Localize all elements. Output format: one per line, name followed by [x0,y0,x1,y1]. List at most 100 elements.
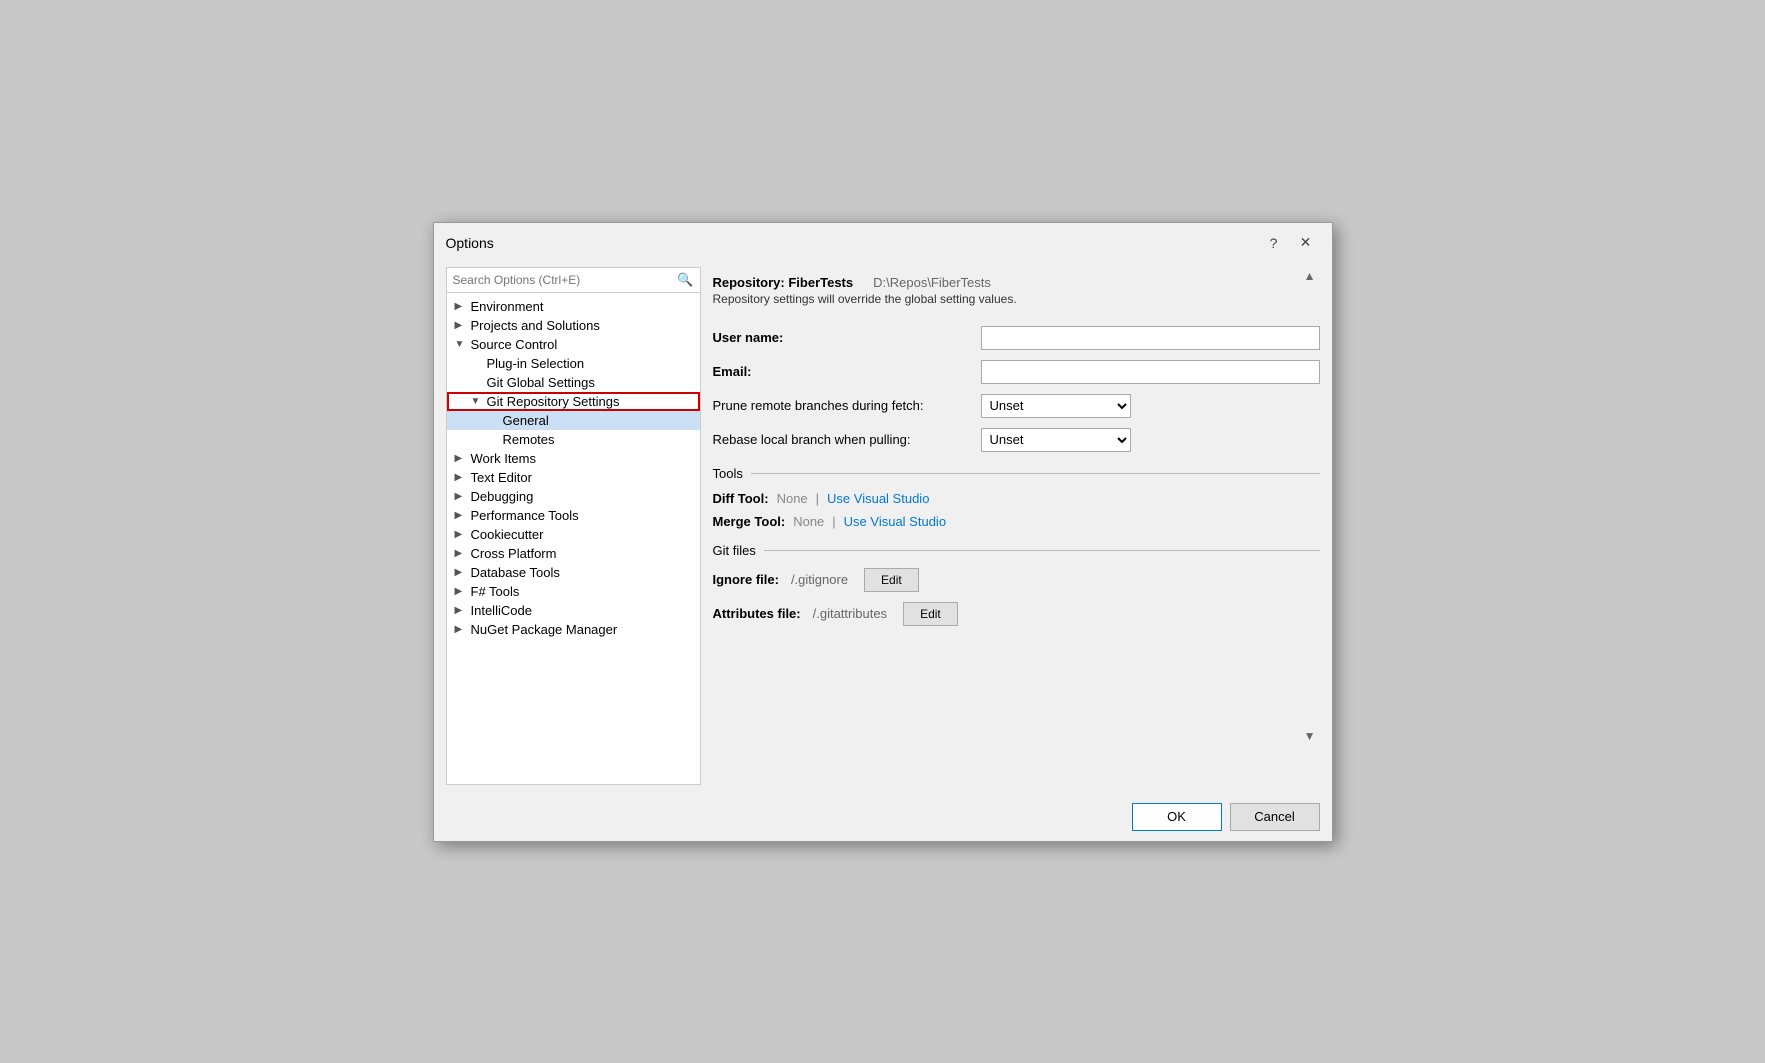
sidebar-item-label-debugging: Debugging [471,489,696,504]
sidebar-item-work-items[interactable]: ▶Work Items [447,449,700,468]
repo-subtitle: Repository settings will override the gl… [713,292,1320,306]
rebase-row: Rebase local branch when pulling: UnsetT… [713,428,1320,452]
sidebar-item-label-source-control: Source Control [471,337,696,352]
sidebar-item-label-general: General [503,413,696,428]
git-files-section-divider: Git files [713,543,1320,558]
sidebar-item-label-cross-platform: Cross Platform [471,546,696,561]
scroll-down-icon[interactable]: ▼ [1300,727,1320,745]
sidebar-item-label-git-repo-settings: Git Repository Settings [487,394,696,409]
chevron-icon-nuget-package-manager: ▶ [455,624,471,635]
git-files-divider-line [764,550,1320,551]
repo-path: D:\Repos\FiberTests [873,275,991,290]
chevron-icon-work-items: ▶ [455,453,471,464]
sidebar-item-label-nuget-package-manager: NuGet Package Manager [471,622,696,637]
sidebar-item-projects-solutions[interactable]: ▶Projects and Solutions [447,316,700,335]
sidebar-item-text-editor[interactable]: ▶Text Editor [447,468,700,487]
chevron-icon-source-control: ▼ [455,339,471,350]
sidebar-item-intellicode[interactable]: ▶IntelliCode [447,601,700,620]
merge-tool-row: Merge Tool: None | Use Visual Studio [713,514,1320,529]
chevron-icon-database-tools: ▶ [455,567,471,578]
sidebar-item-label-cookiecutter: Cookiecutter [471,527,696,542]
git-files-section-label: Git files [713,543,756,558]
sidebar-item-performance-tools[interactable]: ▶Performance Tools [447,506,700,525]
diff-use-vs-link[interactable]: Use Visual Studio [827,491,929,506]
chevron-icon-cookiecutter: ▶ [455,529,471,540]
chevron-icon-debugging: ▶ [455,491,471,502]
sidebar-item-source-control[interactable]: ▼Source Control [447,335,700,354]
left-panel: 🔍 ▶Environment▶Projects and Solutions▼So… [446,267,701,785]
user-name-label: User name: [713,330,973,345]
diff-tool-row: Diff Tool: None | Use Visual Studio [713,491,1320,506]
attributes-file-row: Attributes file: /.gitattributes Edit [713,602,1320,626]
ignore-file-edit-button[interactable]: Edit [864,568,919,592]
sidebar-item-cross-platform[interactable]: ▶Cross Platform [447,544,700,563]
sidebar-item-debugging[interactable]: ▶Debugging [447,487,700,506]
sidebar-item-git-repo-settings[interactable]: ▼Git Repository Settings [447,392,700,411]
sidebar-item-label-work-items: Work Items [471,451,696,466]
tools-section-label: Tools [713,466,743,481]
search-input[interactable] [453,273,678,287]
chevron-icon-projects-solutions: ▶ [455,320,471,331]
help-button[interactable]: ? [1260,231,1288,255]
chevron-icon-intellicode: ▶ [455,605,471,616]
chevron-icon-performance-tools: ▶ [455,510,471,521]
sidebar-item-label-remotes: Remotes [503,432,696,447]
repo-title-row: Repository: FiberTests D:\Repos\FiberTes… [713,275,1320,290]
scroll-up-icon[interactable]: ▲ [1300,267,1320,285]
chevron-icon-cross-platform: ▶ [455,548,471,559]
sidebar-item-general[interactable]: General [447,411,700,430]
sidebar-item-label-fsharp-tools: F# Tools [471,584,696,599]
ok-button[interactable]: OK [1132,803,1222,831]
sidebar-item-fsharp-tools[interactable]: ▶F# Tools [447,582,700,601]
sidebar-item-environment[interactable]: ▶Environment [447,297,700,316]
tree: ▶Environment▶Projects and Solutions▼Sour… [447,293,700,784]
sidebar-item-cookiecutter[interactable]: ▶Cookiecutter [447,525,700,544]
rebase-label: Rebase local branch when pulling: [713,432,973,447]
diff-tool-label: Diff Tool: [713,491,769,506]
email-row: Email: [713,360,1320,384]
sidebar-item-label-environment: Environment [471,299,696,314]
chevron-icon-git-repo-settings: ▼ [471,396,487,407]
prune-select[interactable]: UnsetTrueFalse [981,394,1131,418]
prune-label: Prune remote branches during fetch: [713,398,973,413]
attributes-file-label: Attributes file: [713,606,801,621]
sidebar-item-nuget-package-manager[interactable]: ▶NuGet Package Manager [447,620,700,639]
chevron-icon-text-editor: ▶ [455,472,471,483]
sidebar-item-plugin-selection[interactable]: Plug-in Selection [447,354,700,373]
title-bar: Options ? ✕ [434,223,1332,259]
ignore-file-value: /.gitignore [791,572,848,587]
rebase-select[interactable]: UnsetTrueFalse [981,428,1131,452]
merge-tool-value: None [793,514,824,529]
merge-use-vs-link[interactable]: Use Visual Studio [844,514,946,529]
sidebar-item-remotes[interactable]: Remotes [447,430,700,449]
user-name-input[interactable] [981,326,1320,350]
chevron-icon-fsharp-tools: ▶ [455,586,471,597]
attributes-file-edit-button[interactable]: Edit [903,602,958,626]
dialog-body: 🔍 ▶Environment▶Projects and Solutions▼So… [434,259,1332,793]
sidebar-item-label-intellicode: IntelliCode [471,603,696,618]
attributes-file-value: /.gitattributes [813,606,887,621]
repo-name: Repository: FiberTests [713,275,854,290]
sidebar-item-database-tools[interactable]: ▶Database Tools [447,563,700,582]
right-panel: ▲ Repository: FiberTests D:\Repos\FiberT… [713,267,1320,785]
user-name-row: User name: [713,326,1320,350]
dialog-title: Options [446,235,1260,251]
title-bar-controls: ? ✕ [1260,231,1320,255]
sidebar-item-label-projects-solutions: Projects and Solutions [471,318,696,333]
ignore-file-row: Ignore file: /.gitignore Edit [713,568,1320,592]
diff-tool-value: None [777,491,808,506]
chevron-icon-environment: ▶ [455,301,471,312]
diff-sep: | [816,491,819,506]
merge-sep: | [832,514,835,529]
ignore-file-label: Ignore file: [713,572,779,587]
sidebar-item-label-text-editor: Text Editor [471,470,696,485]
cancel-button[interactable]: Cancel [1230,803,1320,831]
tools-section-divider: Tools [713,466,1320,481]
prune-row: Prune remote branches during fetch: Unse… [713,394,1320,418]
close-button[interactable]: ✕ [1292,231,1320,255]
sidebar-item-label-git-global-settings: Git Global Settings [487,375,696,390]
email-input[interactable] [981,360,1320,384]
sidebar-item-git-global-settings[interactable]: Git Global Settings [447,373,700,392]
options-dialog: Options ? ✕ 🔍 ▶Environment▶Projects and … [433,222,1333,842]
dialog-footer: OK Cancel [434,793,1332,841]
